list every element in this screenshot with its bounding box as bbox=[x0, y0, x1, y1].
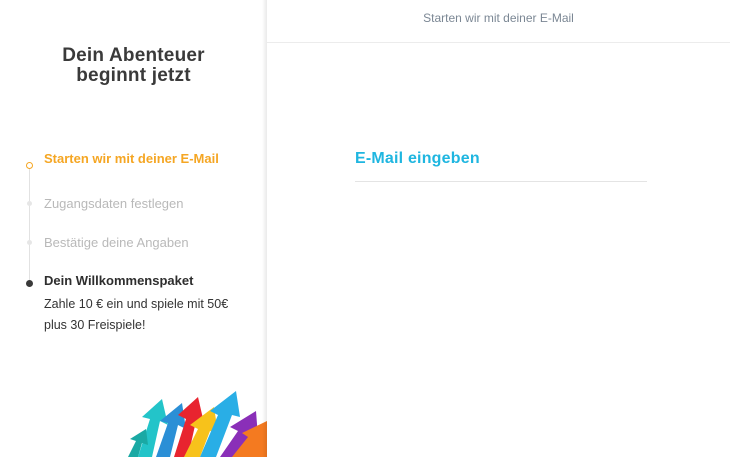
step-pending-icon bbox=[27, 201, 32, 206]
email-field[interactable] bbox=[355, 148, 647, 182]
step-label-credentials: Zugangsdaten festlegen bbox=[44, 196, 184, 211]
step-pending-icon bbox=[27, 240, 32, 245]
sidebar: Dein Abenteuer beginnt jetzt Starten wir… bbox=[0, 0, 267, 457]
welcome-description: Zahle 10 € ein und spiele mit 50€ plus 3… bbox=[44, 297, 229, 332]
step-label-email: Starten wir mit deiner E-Mail bbox=[44, 151, 219, 166]
step-active-icon bbox=[26, 162, 33, 169]
step-header: Starten wir mit deiner E-Mail bbox=[267, 0, 730, 43]
step-label-welcome: Dein Willkommenspaket bbox=[44, 273, 194, 288]
step-current-icon bbox=[26, 280, 33, 287]
main-panel: Starten wir mit deiner E-Mail E-Mail ein… bbox=[267, 0, 730, 457]
arrows-decoration-icon bbox=[128, 391, 267, 457]
step-connector-line bbox=[29, 166, 30, 284]
step-label-confirm: Bestätige deine Angaben bbox=[44, 235, 189, 250]
